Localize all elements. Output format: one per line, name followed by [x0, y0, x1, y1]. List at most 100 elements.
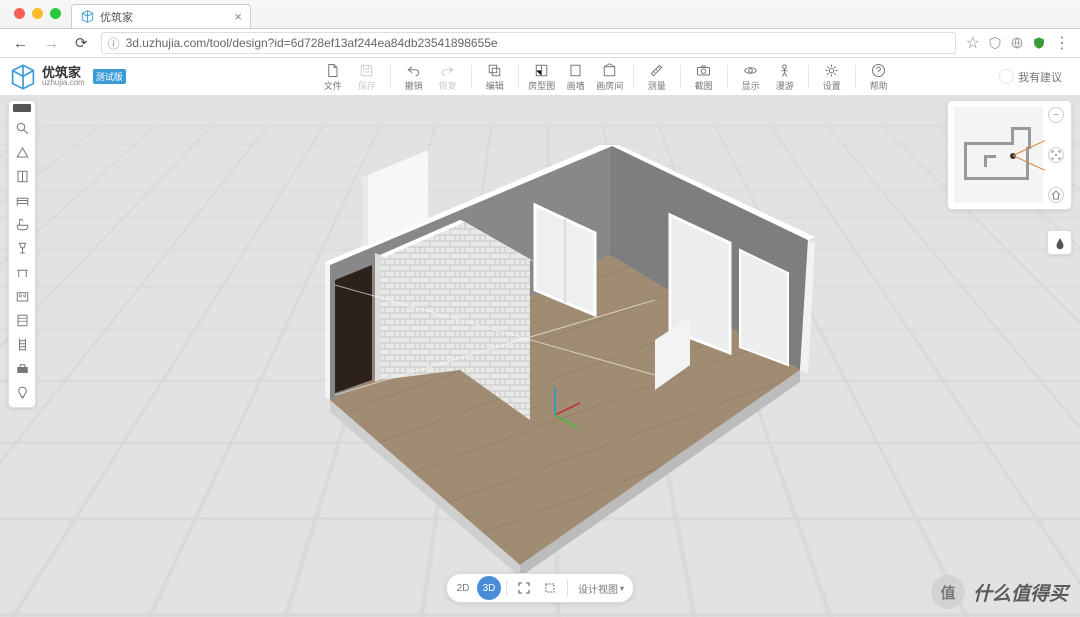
browser-tab[interactable]: 优筑家 × — [71, 4, 251, 28]
toolbar-roam-button[interactable]: 漫游 — [768, 61, 802, 92]
door-icon — [15, 169, 30, 184]
toolbar-label: 漫游 — [776, 79, 794, 92]
ladder-tool[interactable] — [10, 332, 34, 356]
toolbar-label: 帮助 — [870, 79, 888, 92]
view-dropdown[interactable]: 设计视图 ▾ — [573, 576, 629, 600]
bulb-icon — [15, 385, 30, 400]
collapse-button[interactable]: − — [1048, 107, 1064, 123]
site-info-icon[interactable]: ⓘ — [108, 35, 120, 52]
file-icon — [325, 61, 340, 79]
left-toolbar — [8, 100, 36, 408]
wall-seg-tool[interactable] — [10, 140, 34, 164]
ladder-icon — [15, 337, 30, 352]
close-window-icon[interactable] — [14, 8, 25, 19]
window-blind-icon — [15, 313, 30, 328]
mode-2d-button[interactable]: 2D — [451, 576, 475, 600]
tab-bar: 优筑家 × — [0, 0, 1080, 28]
bath-icon — [15, 217, 30, 232]
toolbar-measure-button[interactable]: 测量 — [640, 61, 674, 92]
dropper-tool[interactable] — [1047, 230, 1072, 255]
minimap-view[interactable] — [954, 107, 1043, 203]
mode-3d-button[interactable]: 3D — [477, 576, 501, 600]
toolbar-file-button[interactable]: 文件 — [316, 61, 350, 92]
reload-button[interactable]: ⟳ — [72, 34, 91, 52]
url-field[interactable]: ⓘ 3d.uzhujia.com/tool/design?id=6d728ef1… — [101, 32, 956, 54]
maximize-window-icon[interactable] — [50, 8, 61, 19]
room-icon — [602, 61, 617, 79]
stove-tool[interactable] — [10, 284, 34, 308]
cube-icon — [80, 10, 94, 24]
drag-handle-icon[interactable] — [13, 104, 31, 112]
camera-indicator-icon — [1010, 153, 1016, 159]
toolbar-show-button[interactable]: 显示 — [734, 61, 768, 92]
close-icon[interactable]: × — [234, 9, 242, 24]
toolbar-label: 房型图 — [528, 79, 555, 92]
back-button[interactable]: ← — [10, 35, 31, 52]
feedback-label: 我有建议 — [1018, 69, 1062, 85]
edit-icon — [487, 61, 502, 79]
logo-sub: uzhujia.com — [42, 79, 85, 87]
app-logo[interactable]: 优筑家 uzhujia.com 测试版 — [10, 64, 316, 90]
canvas-3d-view[interactable]: − 2D 3D 设计视图 ▾ 值 什么值得买 — [0, 95, 1080, 617]
browser-chrome: 优筑家 × ← → ⟳ ⓘ 3d.uzhujia.com/tool/design… — [0, 0, 1080, 95]
star-icon[interactable]: ☆ — [966, 33, 980, 53]
lamp-tool[interactable] — [10, 236, 34, 260]
toolbar-items: 文件保存撤销 恢复 编辑 房型图画墙画房间测量截图 显示 漫游 设置 帮助 — [316, 61, 896, 92]
stove-icon — [15, 289, 30, 304]
table-tool[interactable] — [10, 260, 34, 284]
toolbox-tool[interactable] — [10, 356, 34, 380]
toolbar-label: 设置 — [823, 79, 841, 92]
fullscreen-button[interactable] — [512, 576, 536, 600]
smile-icon — [999, 69, 1014, 84]
minimap-panel: − — [947, 100, 1072, 210]
toolbar-redo-button[interactable]: 恢复 — [431, 61, 465, 92]
wall-seg-icon — [15, 145, 30, 160]
feedback-button[interactable]: 我有建议 — [991, 65, 1070, 89]
toolbox-icon — [15, 361, 30, 376]
minimize-window-icon[interactable] — [32, 8, 43, 19]
app-toolbar: 优筑家 uzhujia.com 测试版 文件保存撤销 恢复 编辑 房型图画墙画房间测量… — [0, 58, 1080, 95]
undo-icon — [406, 61, 421, 79]
url-text: 3d.uzhujia.com/tool/design?id=6d728ef13a… — [126, 36, 498, 50]
bath-tool[interactable] — [10, 212, 34, 236]
toolbar-label: 截图 — [695, 79, 713, 92]
watermark: 值 什么值得买 — [931, 575, 1068, 609]
address-bar: ← → ⟳ ⓘ 3d.uzhujia.com/tool/design?id=6d… — [0, 28, 1080, 58]
wall-icon — [568, 61, 583, 79]
locate-button[interactable] — [1048, 147, 1064, 163]
toolbar-plan-button[interactable]: 房型图 — [525, 61, 559, 92]
toolbar-label: 显示 — [742, 79, 760, 92]
lamp-icon — [15, 241, 30, 256]
toolbar-label: 恢复 — [439, 79, 457, 92]
room-3d-model — [260, 145, 830, 575]
toolbar-label: 编辑 — [486, 79, 504, 92]
toolbar-save-button[interactable]: 保存 — [350, 61, 384, 92]
toolbar-edit-button[interactable]: 编辑 — [478, 61, 512, 92]
shield-icon[interactable] — [1032, 36, 1046, 50]
redo-icon — [440, 61, 455, 79]
floorplan-thumb — [964, 127, 1039, 187]
toolbar-setting-button[interactable]: 设置 — [815, 61, 849, 92]
door-tool[interactable] — [10, 164, 34, 188]
fit-button[interactable] — [538, 576, 562, 600]
window-blind-tool[interactable] — [10, 308, 34, 332]
camera-icon — [696, 61, 711, 79]
toolbar-help-button[interactable]: 帮助 — [862, 61, 896, 92]
toolbar-wall-button[interactable]: 画墙 — [559, 61, 593, 92]
toolbar-room-button[interactable]: 画房间 — [593, 61, 627, 92]
menu-icon[interactable]: ⋮ — [1054, 33, 1070, 53]
search-tool[interactable] — [10, 116, 34, 140]
minimap-controls: − — [1047, 107, 1065, 203]
measure-icon — [649, 61, 664, 79]
toolbar-undo-button[interactable]: 撤销 — [397, 61, 431, 92]
shield-outline-icon[interactable] — [988, 36, 1002, 50]
toolbar-label: 文件 — [324, 79, 342, 92]
window-controls[interactable] — [8, 0, 71, 19]
home-button[interactable] — [1048, 187, 1064, 203]
bed-tool[interactable] — [10, 188, 34, 212]
forward-button[interactable]: → — [41, 35, 62, 52]
bulb-tool[interactable] — [10, 380, 34, 404]
toolbar-label: 撤销 — [405, 79, 423, 92]
globe-icon[interactable] — [1010, 36, 1024, 50]
toolbar-snap-button[interactable]: 截图 — [687, 61, 721, 92]
